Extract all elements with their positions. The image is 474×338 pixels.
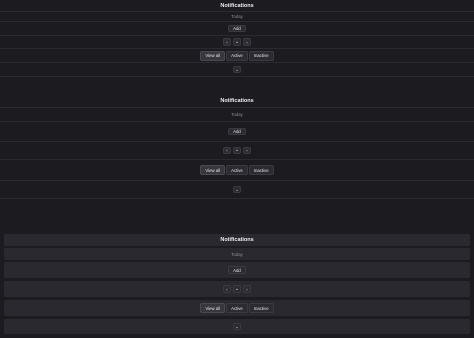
section-2-subtitle-row: Today (0, 108, 474, 122)
filter-active-button[interactable]: Active (226, 165, 248, 175)
prev-page-button[interactable]: ‹ (223, 38, 231, 46)
section-3-filter-row: View all Active Inactive (4, 300, 470, 316)
section-2-add-button[interactable]: Add (228, 127, 246, 136)
section-1-subtitle: Today (231, 14, 243, 19)
section-2-add-row: Add (0, 122, 474, 142)
filter-inactive-button[interactable]: Inactive (248, 303, 274, 313)
section-2-filter-row: View all Active Inactive (0, 160, 474, 181)
section-2-pagination: ‹ • › (223, 146, 251, 155)
section-2-subtitle: Today (231, 112, 243, 117)
section-3-subtitle: Today (231, 251, 243, 257)
section-1-filter-tabs: View all Active Inactive (200, 50, 274, 61)
chevron-down-icon[interactable]: ⌄ (233, 185, 241, 194)
section-3-add-row: Add (4, 262, 470, 278)
section-1-subtitle-row: Today (0, 12, 474, 22)
section-2-more-row: ⌄ (0, 181, 474, 199)
filter-view-all-button[interactable]: View all (200, 303, 226, 313)
section-3-add-button[interactable]: Add (228, 266, 246, 274)
prev-page-button[interactable]: ‹ (223, 146, 231, 155)
next-page-button[interactable]: › (243, 38, 251, 46)
section-1-pagination: ‹ • › (223, 38, 251, 46)
section-1-pagination-row: ‹ • › (0, 36, 474, 49)
section-3-more-row: ⌄ (4, 319, 470, 334)
chevron-down-icon[interactable]: ⌄ (233, 65, 241, 74)
filter-inactive-button[interactable]: Inactive (248, 50, 274, 61)
section-3-title: Notifications (220, 237, 254, 243)
section-1-more-row: ⌄ (0, 63, 474, 77)
filter-view-all-button[interactable]: View all (200, 50, 226, 61)
filter-active-button[interactable]: Active (226, 303, 248, 313)
filter-view-all-button[interactable]: View all (200, 165, 226, 175)
section-1-filter-row: View all Active Inactive (0, 49, 474, 63)
page-1-button[interactable]: • (233, 38, 241, 46)
section-2-filter-tabs: View all Active Inactive (200, 165, 274, 175)
section-3-pagination: ‹ • › (223, 285, 251, 293)
filter-inactive-button[interactable]: Inactive (248, 165, 274, 175)
filter-active-button[interactable]: Active (226, 50, 248, 61)
section-3-header: Notifications (4, 234, 470, 246)
section-1-title: Notifications (220, 2, 254, 9)
section-1-add-button[interactable]: Add (228, 24, 246, 33)
next-page-button[interactable]: › (243, 285, 251, 293)
section-1-add-row: Add (0, 22, 474, 36)
section-2-pagination-row: ‹ • › (0, 142, 474, 160)
section-3-subtitle-row: Today (4, 248, 470, 260)
section-3-pagination-row: ‹ • › (4, 281, 470, 297)
page-1-button[interactable]: • (233, 285, 241, 293)
section-2-title: Notifications (220, 97, 254, 104)
section-1-header: Notifications (0, 0, 474, 12)
chevron-down-icon[interactable]: ⌄ (233, 322, 241, 331)
next-page-button[interactable]: › (243, 146, 251, 155)
section-2-header: Notifications (0, 94, 474, 108)
page-1-button[interactable]: • (233, 146, 241, 155)
section-3-filter-tabs: View all Active Inactive (200, 303, 274, 313)
prev-page-button[interactable]: ‹ (223, 285, 231, 293)
